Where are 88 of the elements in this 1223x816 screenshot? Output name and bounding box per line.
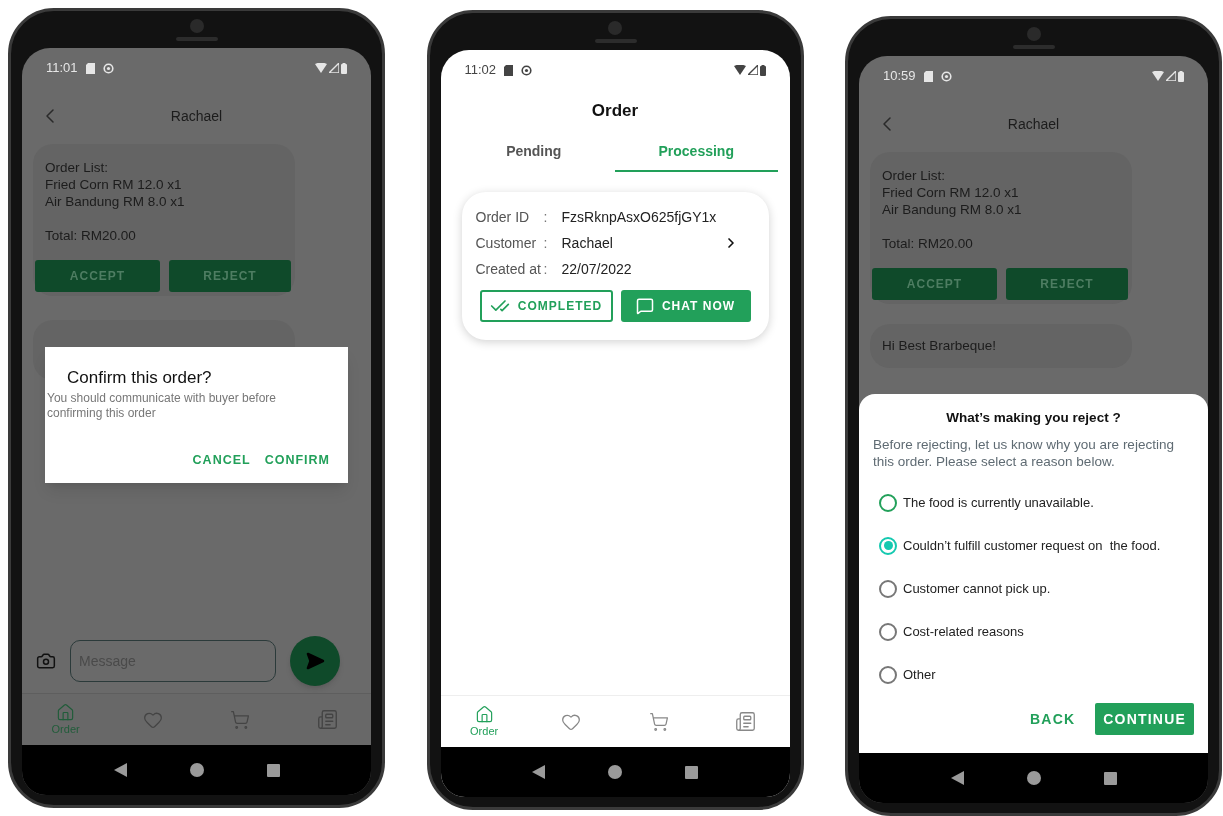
camera-icon[interactable]	[36, 651, 56, 671]
field-label: Order ID	[475, 207, 531, 227]
order-total: Total: RM20.00	[882, 235, 974, 252]
battery-icon	[1178, 70, 1184, 82]
cart-icon	[230, 709, 251, 730]
field-value: 22/07/2022	[561, 259, 633, 279]
order-line: Air Bandung RM 8.0 x1	[882, 201, 1023, 218]
signal-icon	[329, 63, 339, 73]
order-line: Air Bandung RM 8.0 x1	[45, 193, 186, 210]
back-nav-icon[interactable]	[113, 763, 127, 777]
circle-icon	[940, 70, 952, 82]
order-total: Total: RM20.00	[45, 227, 137, 244]
completed-button[interactable]: COMPLETED	[479, 290, 613, 322]
radio-button[interactable]	[879, 536, 897, 555]
sd-card-icon	[85, 62, 95, 74]
recents-nav-icon[interactable]	[685, 765, 698, 779]
reason-option[interactable]: Other	[873, 662, 1194, 687]
wifi-icon	[733, 65, 746, 75]
front-camera	[608, 21, 622, 35]
circle-icon	[102, 62, 114, 74]
field-separator: :	[543, 259, 549, 279]
dialog-action[interactable]: CONFIRM	[264, 450, 330, 470]
chat-bubble-icon	[635, 297, 654, 315]
field-label: Customer	[475, 233, 538, 253]
dialog-message: You should communicate with buyer before confirming this order	[46, 390, 278, 421]
order-action-button[interactable]: ACCEPT	[872, 268, 997, 300]
field-value: Rachael	[561, 233, 614, 253]
reason-option[interactable]: Customer cannot pick up.	[873, 576, 1194, 601]
radio-button[interactable]	[879, 493, 897, 512]
chat-now-button[interactable]: CHAT NOW	[620, 290, 751, 322]
recents-nav-icon[interactable]	[266, 763, 280, 777]
send-icon	[305, 651, 325, 671]
status-time: 11:02	[464, 61, 497, 80]
sheet-message: Before rejecting, let us know why you are rejecting this order. Please select a reason below.	[873, 436, 1175, 470]
radio-button[interactable]	[879, 579, 897, 598]
circle-icon	[521, 64, 533, 76]
dialog-title: Confirm this order?	[66, 367, 213, 389]
reason-option[interactable]: Couldn’t fulfill customer request on the food.	[873, 533, 1194, 558]
order-line: Order List:	[882, 167, 947, 184]
home-icon	[474, 705, 494, 724]
cart-icon	[648, 711, 669, 732]
chat-bubble: Hi Best Brarbeque!	[870, 324, 1132, 369]
battery-icon	[759, 64, 766, 76]
send-button[interactable]	[290, 636, 340, 686]
chat-title: Rachael	[170, 106, 223, 126]
nav-tab[interactable]: Order	[454, 705, 515, 738]
chat-title: Rachael	[1007, 114, 1060, 134]
tab[interactable]: Processing	[615, 132, 778, 172]
home-nav-icon[interactable]	[608, 765, 622, 779]
order-line: Fried Corn RM 12.0 x1	[45, 176, 183, 193]
status-time: 11:01	[46, 59, 78, 78]
sheet-title: What’s making you reject ?	[945, 408, 1122, 427]
screen-title: Order	[591, 100, 639, 123]
sheet-action[interactable]: CONTINUE	[1095, 703, 1194, 735]
dialog-action[interactable]: CANCEL	[192, 450, 251, 470]
radio-button[interactable]	[879, 665, 897, 684]
sd-card-icon	[504, 64, 514, 76]
wifi-icon	[315, 63, 327, 73]
order-line: Fried Corn RM 12.0 x1	[882, 184, 1020, 201]
field-value: FzsRknpAsxO625fjGY1x	[561, 207, 718, 227]
field-label: Created at	[475, 259, 542, 279]
radio-button[interactable]	[879, 622, 897, 641]
sd-card-icon	[923, 70, 933, 82]
wifi-icon	[1152, 71, 1164, 81]
order-action-button[interactable]: REJECT	[1006, 268, 1128, 300]
front-camera	[189, 19, 204, 33]
back-nav-icon[interactable]	[950, 771, 964, 785]
order-action-button[interactable]: ACCEPT	[35, 260, 160, 292]
newspaper-icon	[316, 709, 338, 730]
back-nav-icon[interactable]	[532, 765, 545, 779]
newspaper-icon	[735, 711, 757, 732]
home-nav-icon[interactable]	[1026, 771, 1041, 785]
sheet-action[interactable]: BACK	[1022, 703, 1084, 735]
reason-option[interactable]: The food is currently unavailable.	[873, 490, 1194, 515]
order-action-button[interactable]: REJECT	[169, 260, 291, 292]
battery-icon	[341, 62, 347, 74]
status-time: 10:59	[883, 67, 916, 86]
field-separator: :	[543, 233, 549, 253]
front-camera	[1026, 27, 1041, 41]
reason-option[interactable]: Cost-related reasons	[873, 619, 1194, 644]
field-separator: :	[543, 207, 549, 227]
home-nav-icon[interactable]	[189, 763, 204, 777]
signal-icon	[1166, 71, 1176, 81]
order-line: Order List:	[45, 159, 110, 176]
tab[interactable]: Pending	[452, 132, 615, 172]
signal-icon	[747, 65, 758, 75]
recents-nav-icon[interactable]	[1103, 771, 1117, 785]
home-icon	[56, 703, 76, 722]
